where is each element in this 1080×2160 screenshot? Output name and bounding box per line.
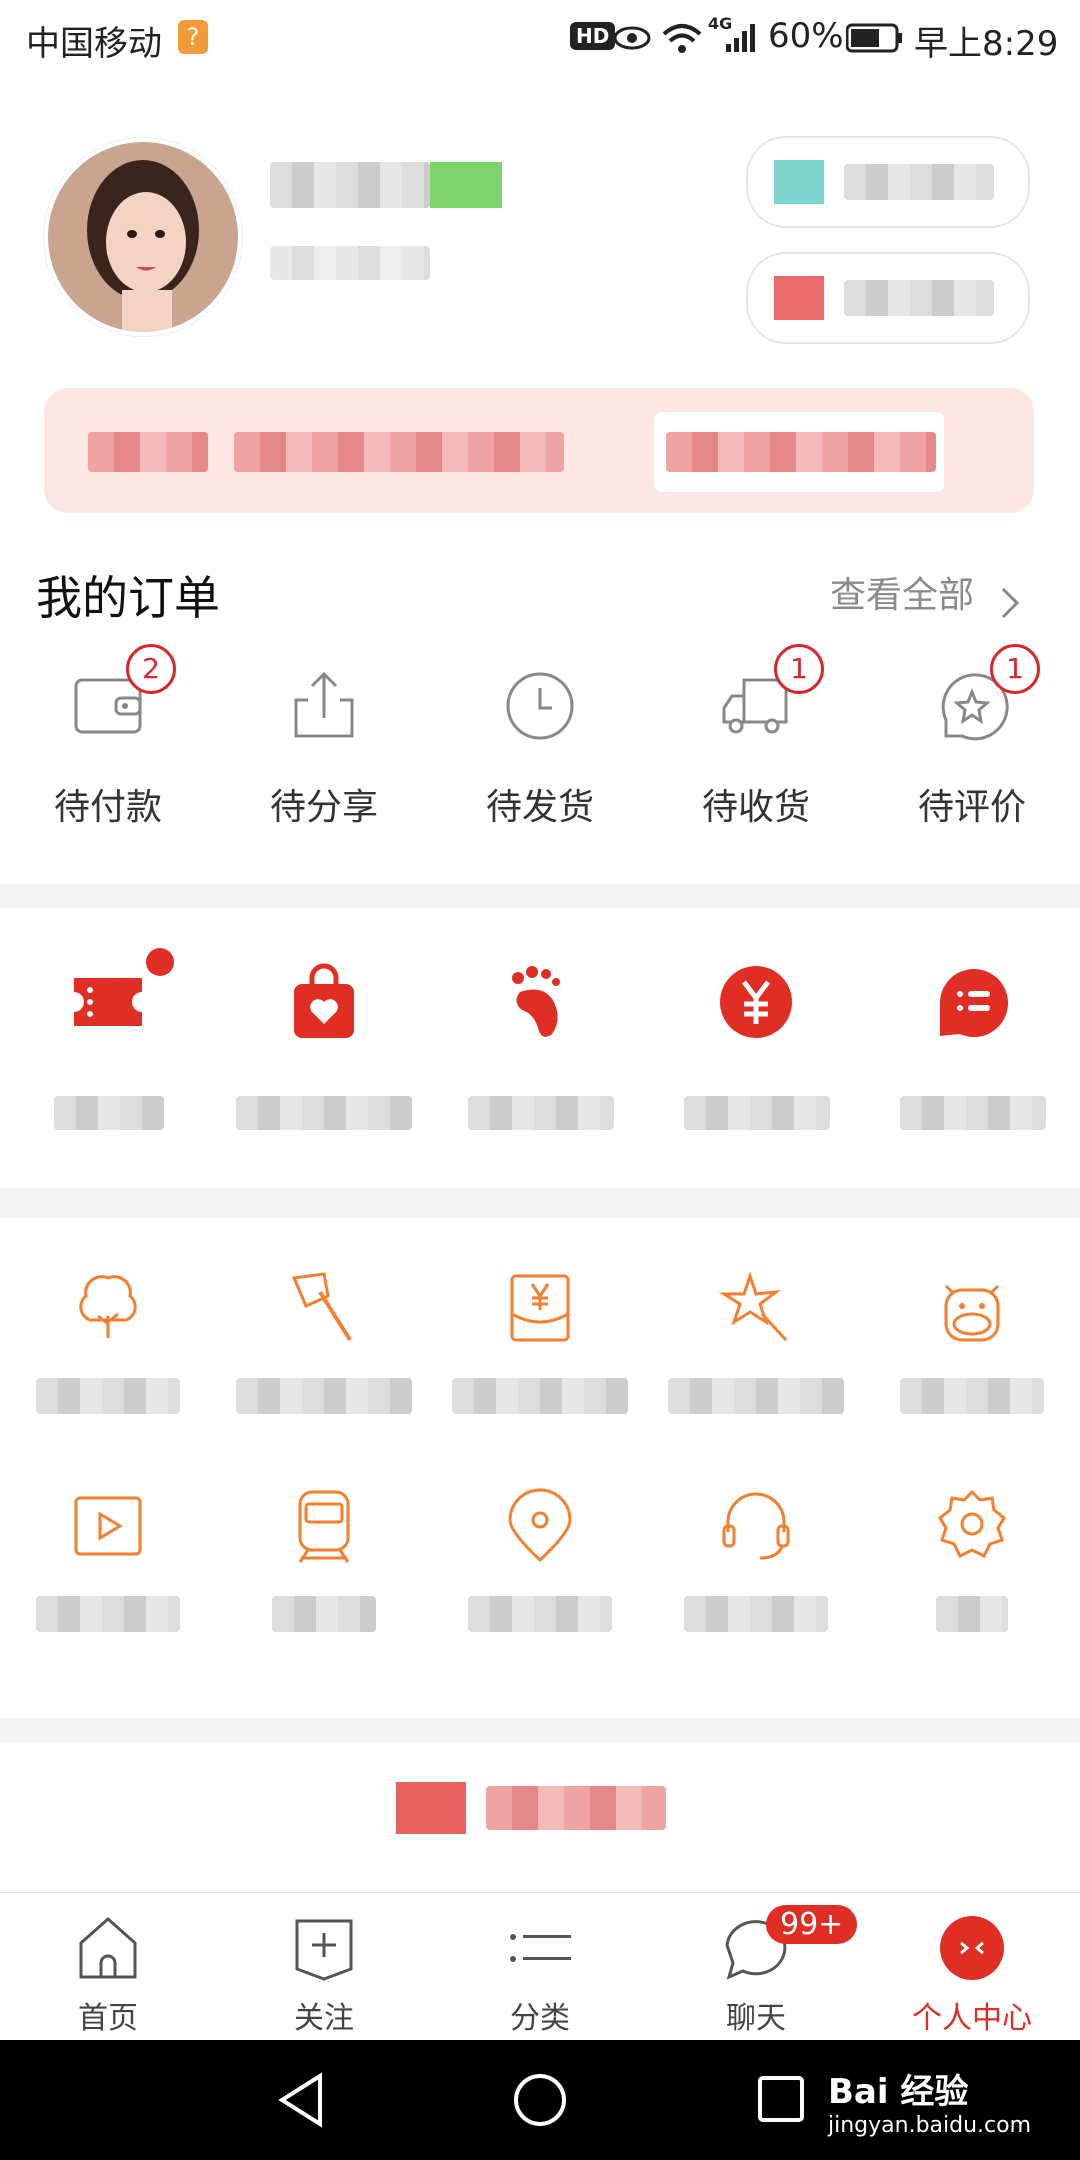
profile-action-pill-1[interactable] bbox=[746, 136, 1030, 228]
watermark-logo: Bai 经验 bbox=[828, 2072, 969, 2112]
category-list-icon bbox=[510, 1934, 571, 1962]
clock: 早上8:29 bbox=[914, 24, 1059, 64]
nav-label: 首页 bbox=[78, 2001, 138, 2036]
list-bubble-icon bbox=[940, 969, 1008, 1038]
watermark-url: jingyan.baidu.com bbox=[828, 2113, 1032, 2138]
order-pending-shipment[interactable]: 待发货 bbox=[432, 666, 648, 830]
service-item[interactable] bbox=[864, 1486, 1080, 1666]
video-play-icon bbox=[74, 1496, 142, 1556]
feature-wallet[interactable] bbox=[648, 948, 864, 1158]
profile-header bbox=[0, 76, 1080, 526]
orders-title: 我的订单 bbox=[36, 571, 220, 625]
bottom-nav: 首页 关注 分类 聊天 99+ 个人中心 bbox=[0, 1892, 1080, 2041]
headset-icon bbox=[722, 1492, 790, 1560]
recommend-header bbox=[0, 1742, 1080, 1892]
view-all-orders[interactable]: 查看全部 bbox=[830, 566, 1021, 621]
service-item[interactable] bbox=[0, 1486, 216, 1666]
shopping-bag-icon bbox=[294, 963, 354, 1038]
service-item[interactable] bbox=[216, 1268, 432, 1448]
avatar[interactable] bbox=[44, 138, 242, 336]
eye-icon bbox=[613, 26, 651, 50]
orders-section: 我的订单 查看全部 待付款 2 待分享 待发货 待收货 1 待评价 1 bbox=[0, 526, 1080, 884]
order-count-badge: 2 bbox=[126, 644, 176, 694]
chat-unread-badge: 99+ bbox=[766, 1905, 858, 1944]
feature-reviews[interactable] bbox=[864, 948, 1080, 1158]
order-label: 待分享 bbox=[269, 787, 378, 828]
recents-square-icon[interactable] bbox=[756, 2074, 806, 2124]
order-label: 待评价 bbox=[917, 787, 1026, 828]
home-circle-icon[interactable] bbox=[512, 2072, 568, 2128]
order-label: 待发货 bbox=[485, 787, 594, 828]
hd-badge: HD bbox=[570, 22, 616, 50]
yuan-coin-icon bbox=[720, 966, 792, 1038]
service-item[interactable] bbox=[648, 1268, 864, 1448]
order-label: 待收货 bbox=[701, 787, 810, 828]
order-count-badge: 1 bbox=[774, 644, 824, 694]
location-pin-icon bbox=[508, 1488, 572, 1563]
settings-gear-icon bbox=[938, 1489, 1006, 1559]
nav-label: 个人中心 bbox=[912, 2001, 1032, 2036]
nav-label: 聊天 bbox=[726, 2001, 786, 2036]
footprint-icon bbox=[512, 966, 560, 1037]
train-icon bbox=[298, 1490, 350, 1563]
coupon-icon bbox=[74, 978, 142, 1026]
system-nav-bar: Bai 经验 jingyan.baidu.com bbox=[0, 2040, 1080, 2160]
nav-label: 关注 bbox=[294, 2001, 354, 2036]
order-count-badge: 1 bbox=[990, 644, 1040, 694]
order-pending-share[interactable]: 待分享 bbox=[216, 666, 432, 830]
order-pending-payment[interactable]: 待付款 2 bbox=[0, 644, 216, 830]
cow-icon bbox=[944, 1284, 1000, 1342]
nav-home[interactable]: 首页 bbox=[0, 1913, 216, 2037]
view-all-label: 查看全部 bbox=[830, 575, 975, 616]
home-icon bbox=[79, 1916, 137, 1979]
carrier-badge: ? bbox=[178, 20, 208, 54]
username-blurred bbox=[270, 162, 430, 208]
profile-face-icon bbox=[940, 1916, 1004, 1980]
red-envelope-icon bbox=[510, 1274, 570, 1342]
nav-label: 分类 bbox=[510, 2001, 570, 2036]
feature-history[interactable] bbox=[432, 948, 648, 1158]
baidu-watermark: Bai 经验 jingyan.baidu.com bbox=[828, 2064, 1058, 2138]
order-pending-receipt[interactable]: 待收货 1 bbox=[648, 644, 864, 830]
user-subtitle-blurred bbox=[270, 246, 430, 280]
follow-plus-icon bbox=[295, 1919, 353, 1981]
order-label: 待付款 bbox=[53, 787, 162, 828]
service-item[interactable] bbox=[432, 1268, 648, 1448]
clock-icon bbox=[506, 672, 574, 740]
carrier-name: 中国移动 bbox=[26, 24, 162, 64]
service-item[interactable] bbox=[0, 1268, 216, 1448]
nav-category[interactable]: 分类 bbox=[432, 1913, 648, 2037]
feature-coupon[interactable] bbox=[0, 948, 216, 1158]
back-triangle-icon[interactable] bbox=[276, 2070, 326, 2130]
promo-banner[interactable] bbox=[44, 388, 1034, 513]
tree-icon bbox=[79, 1275, 137, 1338]
profile-action-pill-2[interactable] bbox=[746, 252, 1030, 344]
share-icon bbox=[294, 671, 354, 738]
services-grid bbox=[0, 1218, 1080, 1718]
signal-icon bbox=[726, 24, 755, 52]
wifi-icon bbox=[662, 24, 702, 53]
battery-percent: 60% bbox=[768, 16, 844, 56]
battery-icon bbox=[846, 23, 902, 53]
nav-profile[interactable]: 个人中心 bbox=[864, 1913, 1080, 2037]
nav-follow[interactable]: 关注 bbox=[216, 1913, 432, 2037]
chevron-right-icon bbox=[1002, 587, 1020, 618]
axe-icon bbox=[291, 1272, 352, 1342]
status-bar: 中国移动 ? HD 4G 60% 早上8:29 bbox=[0, 0, 1080, 76]
service-item[interactable] bbox=[864, 1268, 1080, 1448]
nav-chat[interactable]: 聊天 99+ bbox=[648, 1905, 864, 2037]
feature-favorites[interactable] bbox=[216, 948, 432, 1158]
order-pending-review[interactable]: 待评价 1 bbox=[864, 644, 1080, 830]
feature-row bbox=[0, 908, 1080, 1188]
service-item[interactable] bbox=[648, 1486, 864, 1666]
service-item[interactable] bbox=[216, 1486, 432, 1666]
vip-badge-blurred bbox=[430, 162, 502, 208]
notification-dot bbox=[146, 948, 174, 976]
star-wand-icon bbox=[718, 1271, 788, 1342]
service-item[interactable] bbox=[432, 1486, 648, 1666]
